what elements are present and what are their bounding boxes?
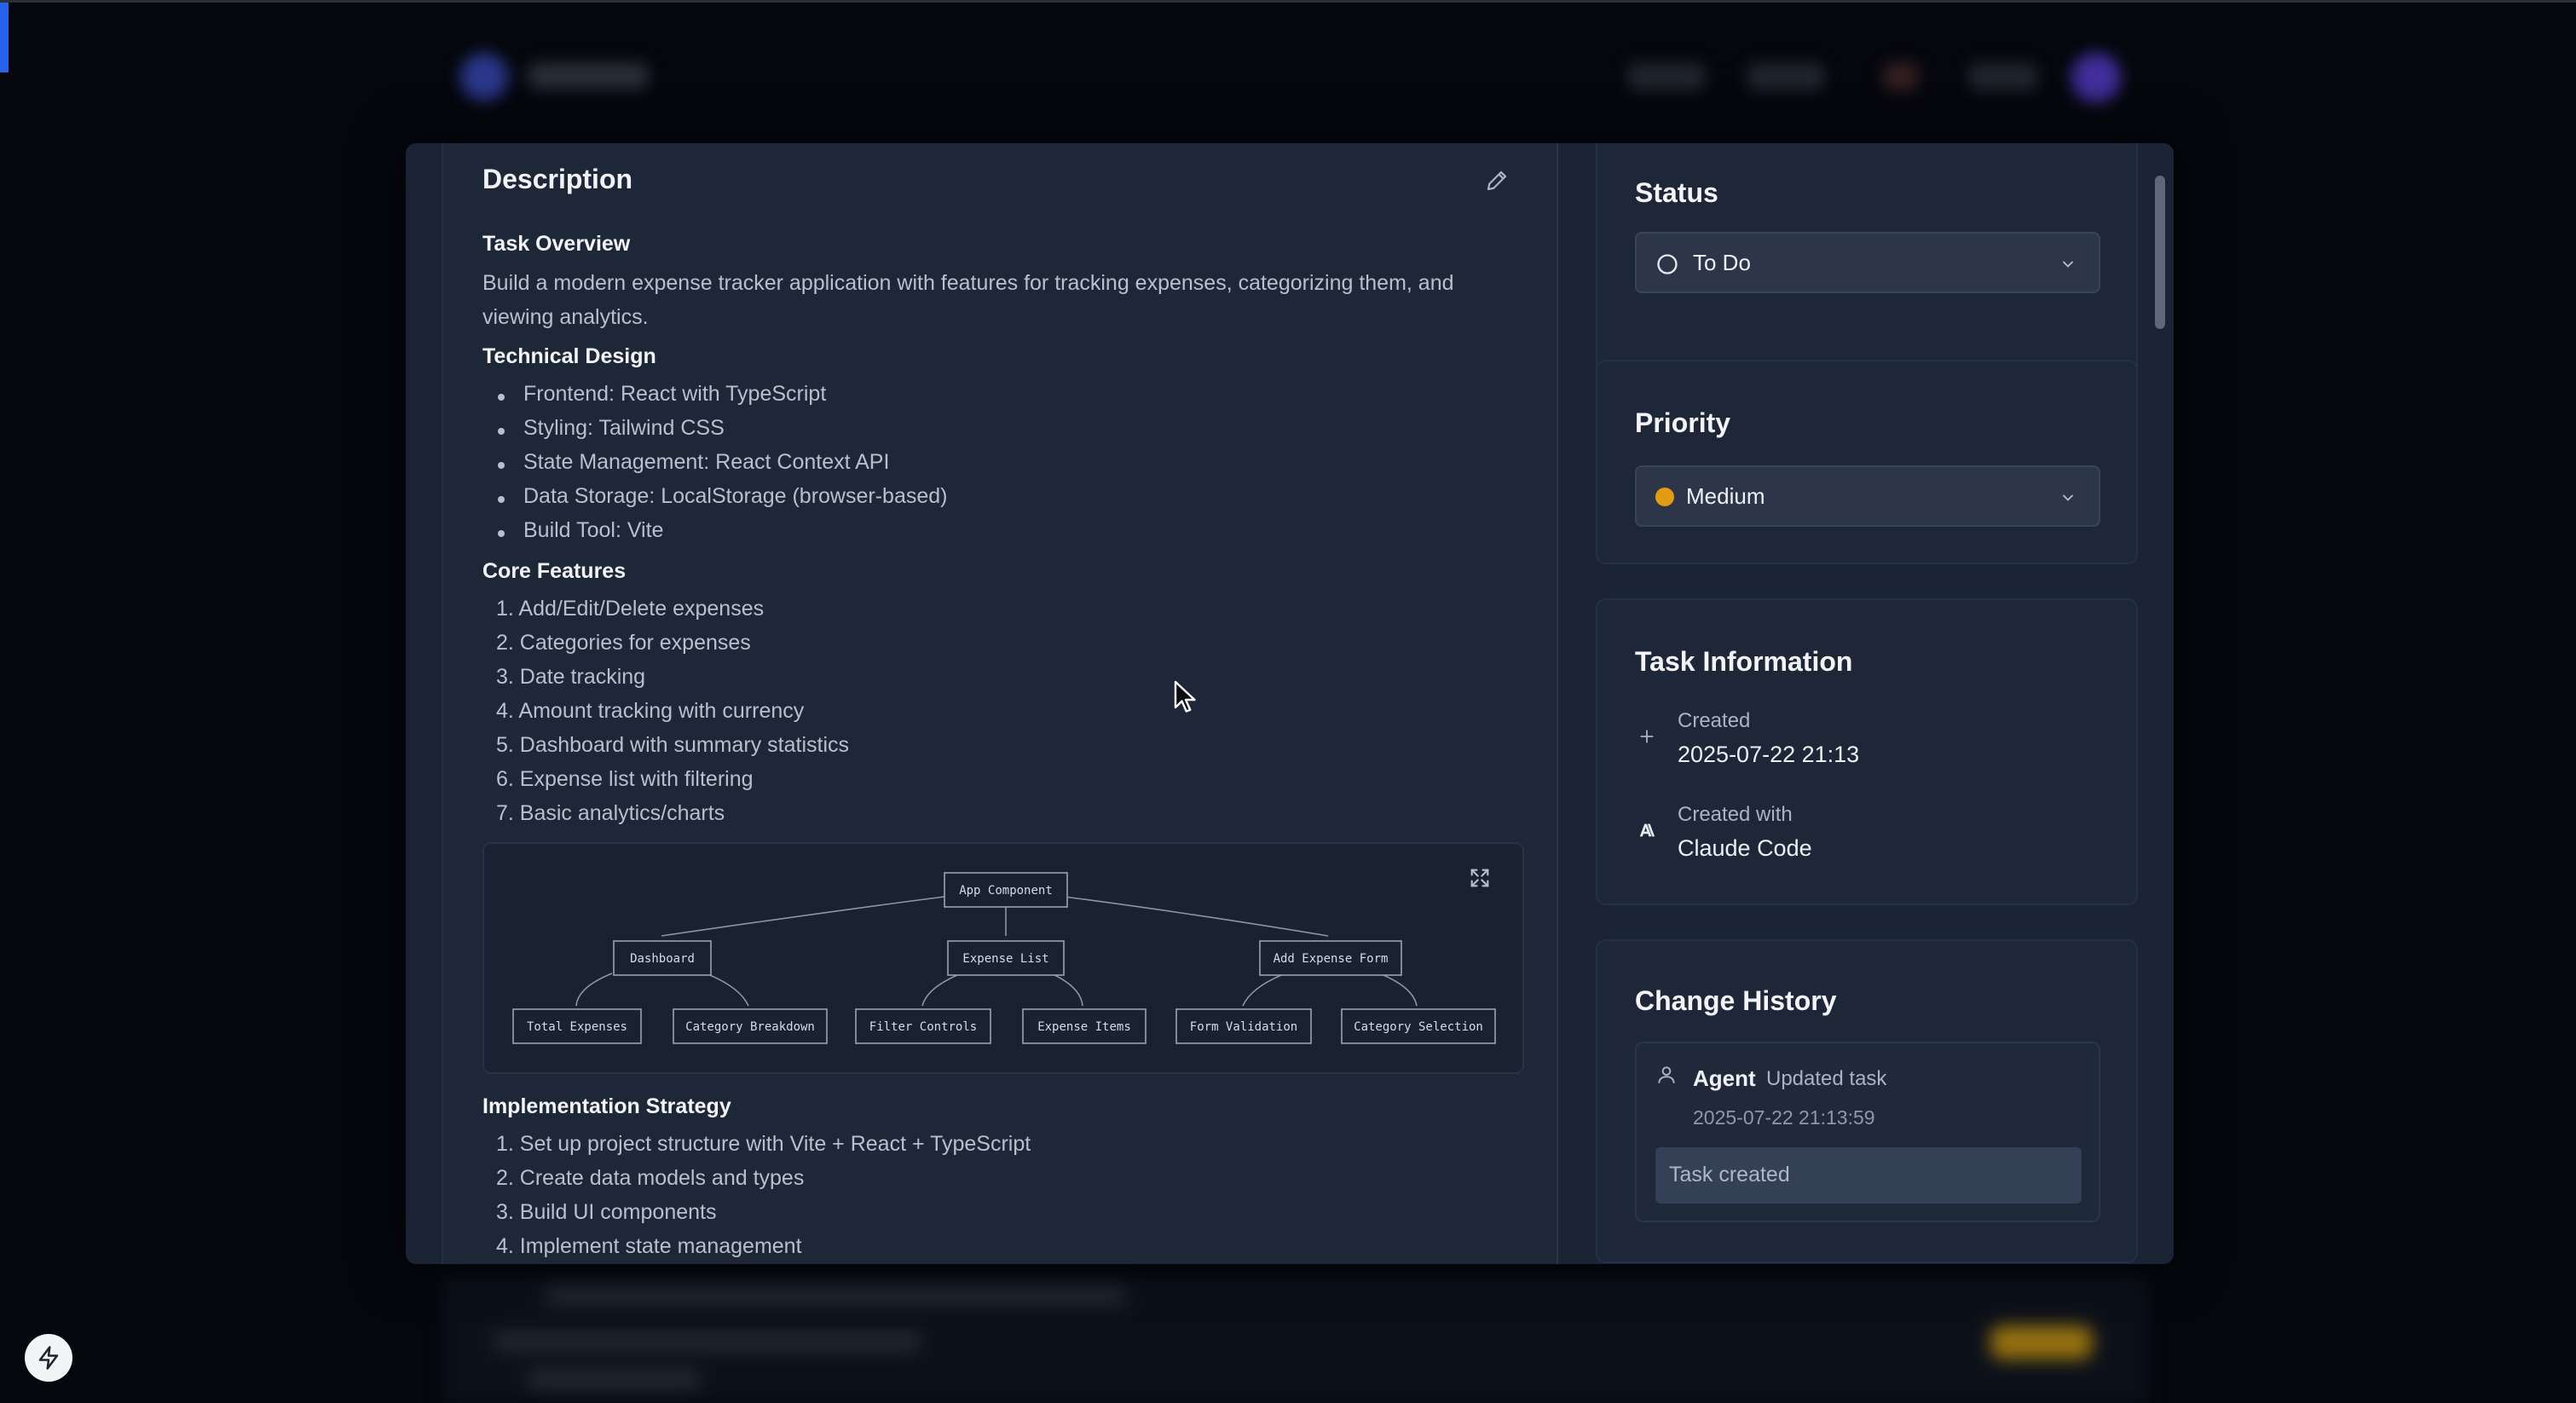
diagram-node: Expense Items: [1037, 1020, 1131, 1034]
background-logo-text: [528, 63, 648, 89]
top-border: [0, 0, 2576, 3]
background-nav-item: [1747, 63, 1824, 90]
diagram-graph: App Component Dashboard Expense List Add…: [512, 872, 1496, 1044]
created-with-value: Claude Code: [1678, 835, 1812, 861]
list-item: 2. Create data models and types: [496, 1166, 805, 1190]
background-nav-item: [1628, 63, 1705, 90]
status-select[interactable]: To Do: [1635, 232, 2100, 293]
history-note: Task created: [1655, 1147, 2082, 1204]
list-item: 4. Implement state management: [496, 1234, 802, 1258]
diagram-node: Form Validation: [1190, 1020, 1297, 1034]
background-avatar: [2071, 53, 2121, 102]
list-item: 1. Set up project structure with Vite + …: [496, 1132, 1031, 1156]
priority-dot: [1655, 488, 1674, 506]
diagram-node: App Component: [959, 884, 1053, 898]
list-item: 7. Basic analytics/charts: [496, 801, 725, 825]
created-with-label: Created with: [1678, 803, 1793, 826]
user-icon: [1658, 1066, 1675, 1083]
diagram-node: Filter Controls: [869, 1020, 977, 1034]
history-item: Agent Updated task 2025-07-22 21:13:59 T…: [1635, 1042, 2100, 1222]
plus-icon: [1637, 726, 1657, 747]
technical-design-heading: Technical Design: [482, 344, 656, 368]
task-information-title: Task Information: [1635, 646, 1853, 677]
architecture-diagram: App Component Dashboard Expense List Add…: [482, 842, 1524, 1074]
background-badge: [1990, 1325, 2093, 1360]
task-overview-heading: Task Overview: [482, 232, 631, 256]
list-item: Data Storage: LocalStorage (browser-base…: [523, 484, 948, 508]
background-line: [494, 1332, 921, 1351]
diagram-node: Add Expense Form: [1274, 952, 1389, 966]
created-value: 2025-07-22 21:13: [1678, 742, 1860, 767]
list-item: 4. Amount tracking with currency: [496, 699, 805, 723]
pencil-icon: [1487, 170, 1507, 191]
background-header: [452, 43, 2157, 111]
priority-card: Priority Medium: [1596, 360, 2138, 564]
core-features-heading: Core Features: [482, 559, 627, 583]
list-item: 2. Categories for expenses: [496, 631, 751, 655]
diagram-node: Dashboard: [630, 952, 695, 966]
list-item: 5. Dashboard with summary statistics: [496, 733, 850, 757]
accent-bar: [0, 3, 9, 72]
status-title: Status: [1635, 177, 1718, 208]
task-overview-text: Build a modern expense tracker applicati…: [482, 271, 1454, 329]
list-item: Frontend: React with TypeScript: [523, 382, 827, 406]
background-logo: [460, 53, 508, 101]
created-label: Created: [1678, 709, 1751, 732]
diagram-node: Total Expenses: [527, 1020, 627, 1034]
list-item: 3. Build UI components: [496, 1200, 717, 1224]
bolt-icon: [38, 1346, 59, 1370]
task-information-card: Task Information Created 2025-07-22 21:1…: [1596, 598, 2138, 905]
description-title: Description: [482, 164, 633, 194]
background-content: [443, 1274, 2148, 1403]
mouse-cursor-icon: [1174, 680, 1196, 713]
diagram-node: Category Selection: [1354, 1020, 1483, 1034]
chevron-down-icon: [2063, 261, 2073, 268]
list-item: 6. Expense list with filtering: [496, 767, 754, 791]
description-panel: Description Task Overview Build a modern…: [442, 143, 1558, 1264]
task-sidebar: Status To Do Priority Medium Task Inform…: [1596, 143, 2141, 1264]
background-line: [546, 1286, 1125, 1305]
list-item: 1. Add/Edit/Delete expenses: [496, 597, 765, 621]
diagram-node: Expense List: [962, 952, 1048, 966]
priority-value: Medium: [1686, 482, 1765, 509]
list-item: Styling: Tailwind CSS: [523, 416, 725, 440]
background-nav-item: [1884, 63, 1918, 90]
change-history-card: Change History Agent Updated task 2025-0…: [1596, 939, 2138, 1263]
change-history-title: Change History: [1635, 985, 1837, 1016]
list-item: State Management: React Context API: [523, 450, 890, 474]
anthropic-icon: [1637, 820, 1657, 840]
priority-select[interactable]: Medium: [1635, 465, 2100, 527]
diagram-node: Category Breakdown: [685, 1020, 815, 1034]
history-actor: Agent: [1693, 1065, 1756, 1091]
circle-icon: [1657, 254, 1678, 274]
sidebar-scrollbar[interactable]: [2155, 176, 2165, 329]
implementation-heading: Implementation Strategy: [482, 1094, 731, 1118]
background-nav-item: [1969, 63, 2037, 90]
chevron-down-icon: [2063, 494, 2073, 501]
history-time: 2025-07-22 21:13:59: [1693, 1106, 1875, 1129]
background-line: [528, 1370, 699, 1389]
history-action: Updated task: [1766, 1067, 1887, 1090]
list-item: Build Tool: Vite: [523, 518, 664, 542]
bolt-button[interactable]: [25, 1334, 72, 1382]
priority-title: Priority: [1635, 407, 1731, 438]
task-detail-modal: Description Task Overview Build a modern…: [406, 143, 2174, 1264]
list-item: 3. Date tracking: [496, 665, 646, 689]
edit-description-button[interactable]: [1480, 164, 1514, 198]
status-value: To Do: [1693, 249, 1751, 275]
